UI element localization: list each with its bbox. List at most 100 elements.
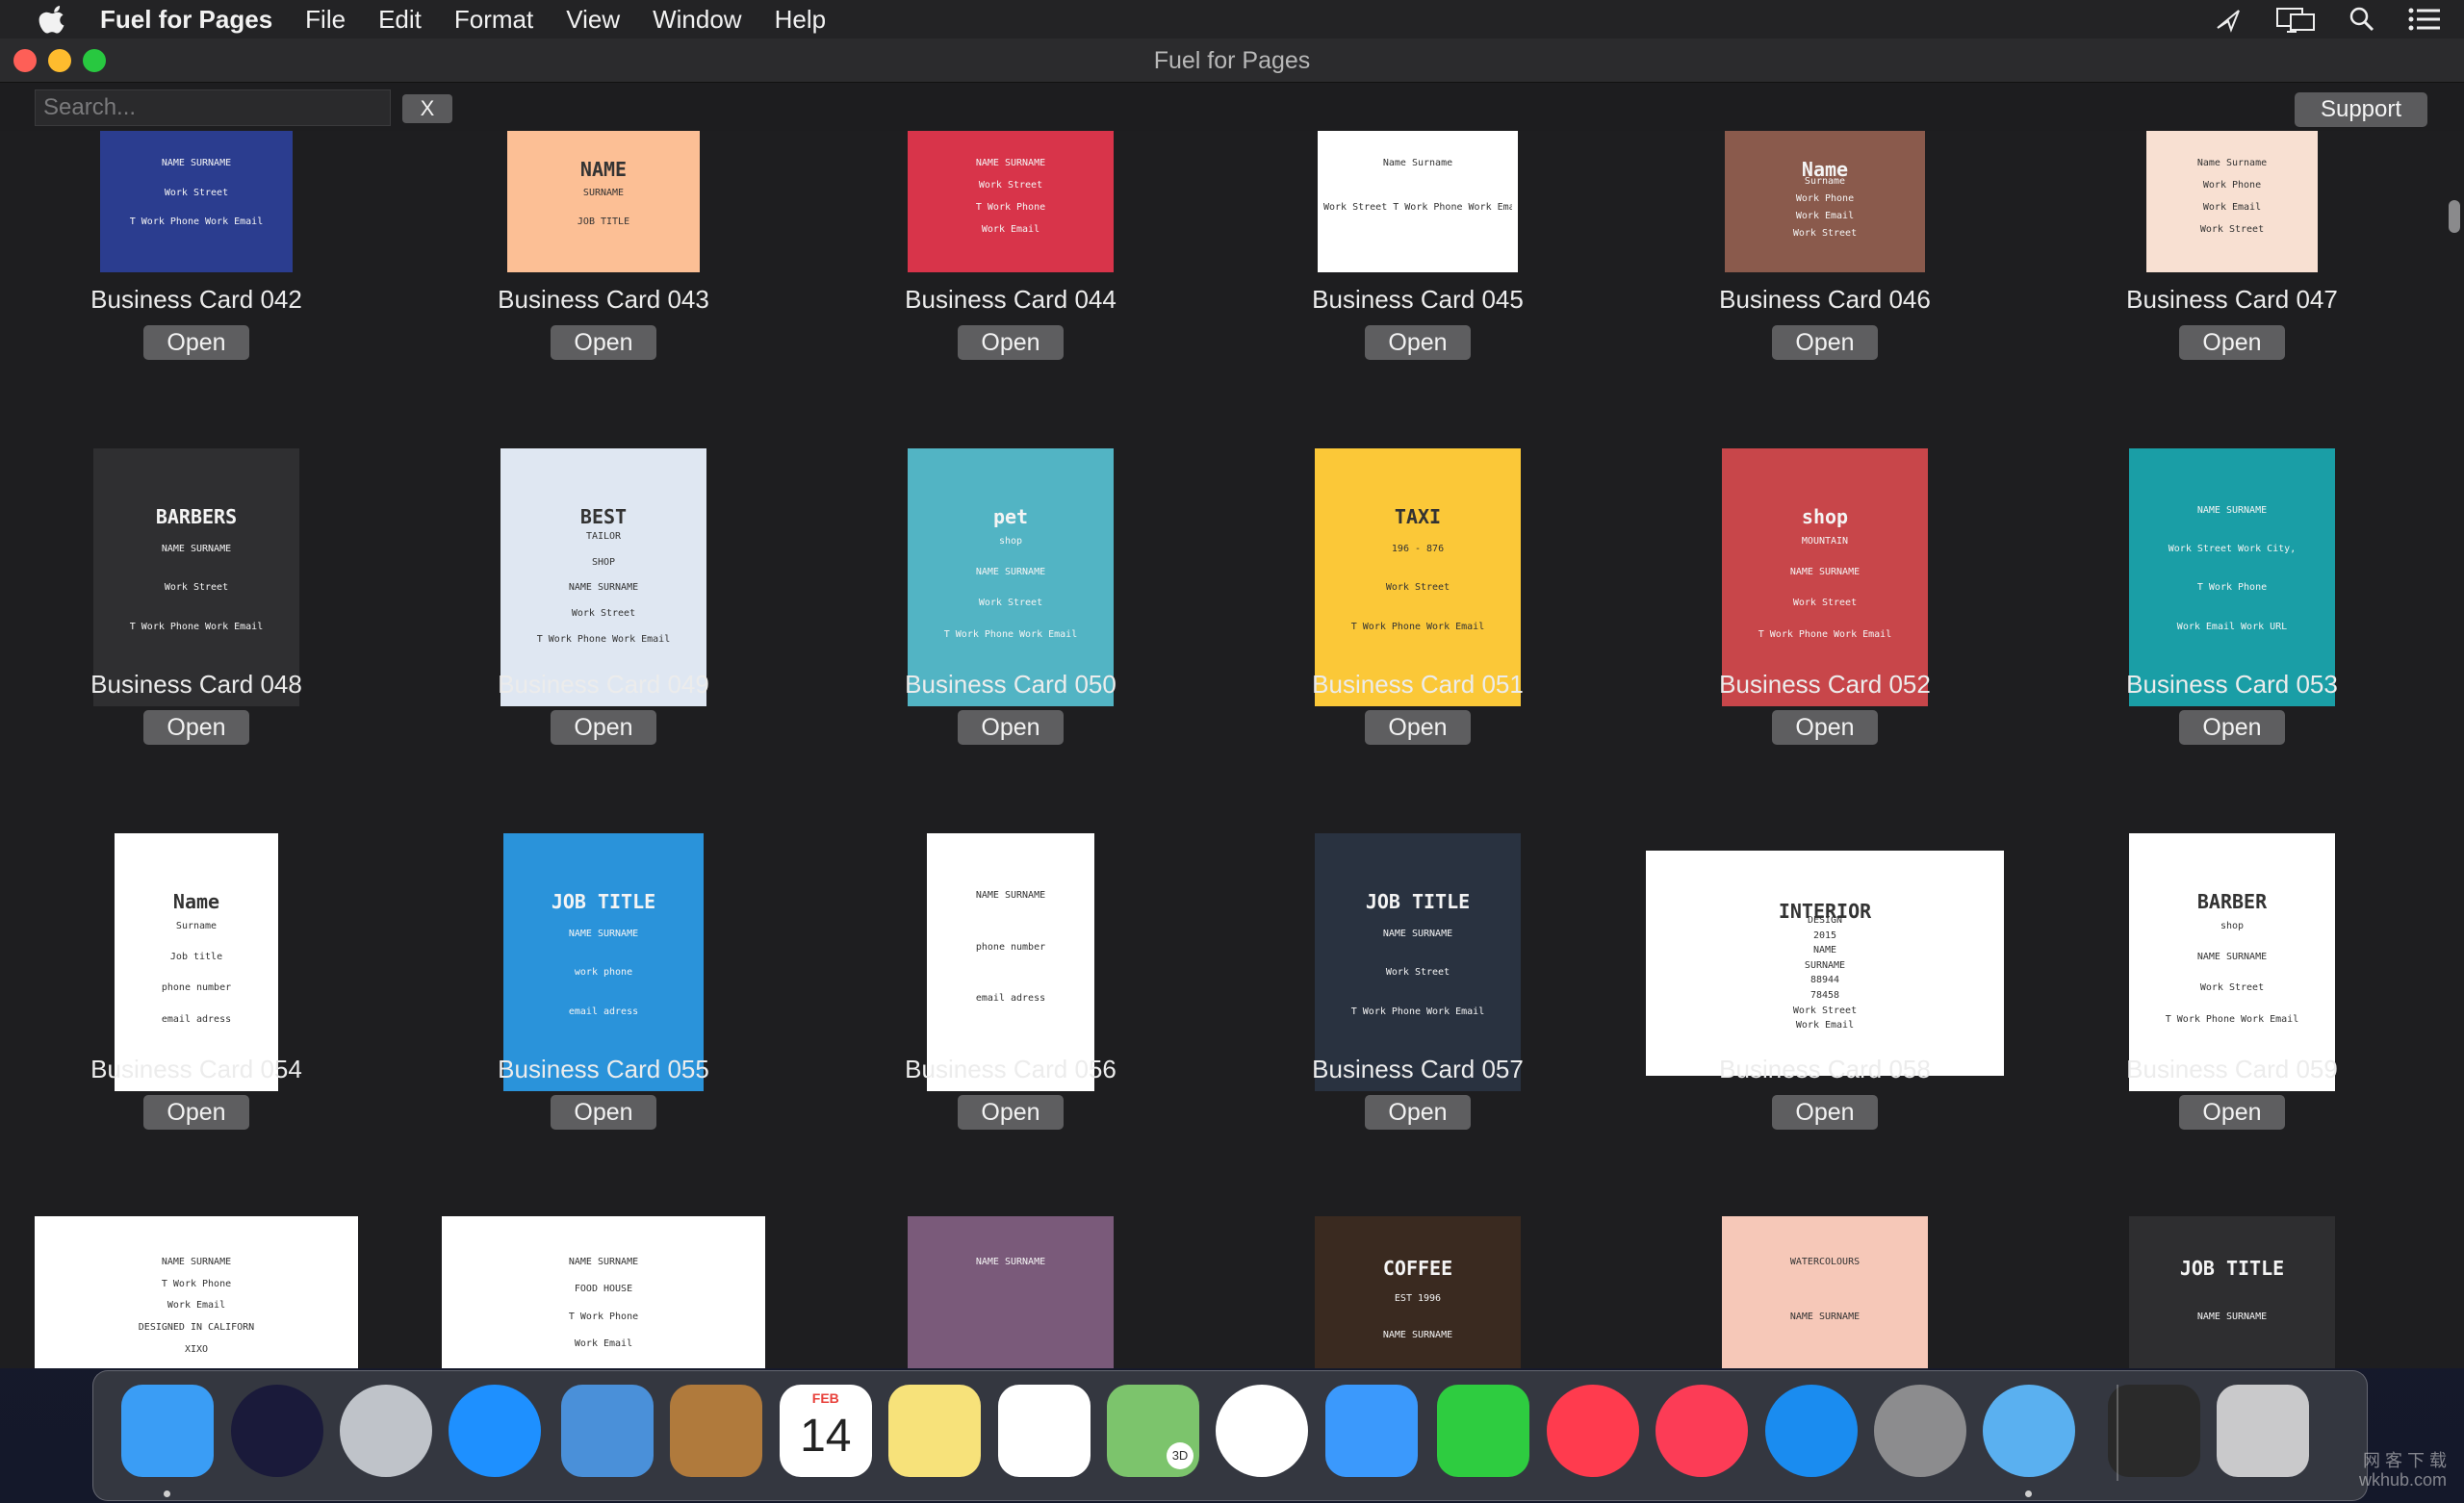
card-text: DESIGN [1807, 915, 1843, 926]
template-thumbnail[interactable]: shop MOUNTAIN NAME SURNAME Work Street T Wor… [1722, 448, 1928, 706]
photos-icon[interactable] [1216, 1385, 1309, 1477]
vertical-scrollbar[interactable] [2449, 192, 2460, 1347]
card-text: shop [1801, 505, 1849, 528]
airdrop-icon[interactable] [2214, 5, 2243, 34]
open-template-button[interactable]: Open [1772, 1095, 1878, 1130]
support-button[interactable]: Support [2295, 92, 2427, 127]
template-thumbnail[interactable]: BARBERS NAME SURNAME Work Street T Work Pho… [93, 448, 299, 706]
trash-icon[interactable] [2217, 1385, 2310, 1477]
display-mirroring-icon[interactable] [2275, 5, 2316, 34]
card-text: Work Street [1385, 582, 1450, 593]
menu-view[interactable]: View [566, 5, 620, 35]
template-thumbnail[interactable]: JOB TITLE NAME SURNAME [2129, 1216, 2335, 1368]
open-template-button[interactable]: Open [143, 710, 249, 745]
system-preferences-icon[interactable] [1874, 1385, 1967, 1477]
template-thumbnail[interactable]: Name Surname Work Phone Work Email Work Stre… [1725, 131, 1925, 272]
template-thumbnail[interactable]: Name Surname Work Phone Work Email Work Str… [2146, 131, 2318, 272]
menu-help[interactable]: Help [775, 5, 826, 35]
template-thumbnail[interactable]: Name Surname Job title phone number email ad… [115, 833, 278, 1091]
card-text: phone number [975, 942, 1046, 953]
card-text: COFFEE [1382, 1257, 1453, 1280]
open-template-button[interactable]: Open [551, 710, 656, 745]
template-title: Business Card 046 [1719, 285, 1931, 314]
safari-icon[interactable] [449, 1385, 542, 1477]
open-template-button[interactable]: Open [2179, 1095, 2285, 1130]
template-title: Business Card 052 [1719, 670, 1931, 699]
template-thumbnail[interactable]: NAME SURNAME Work Street Work City, T Work… [2129, 448, 2335, 706]
menu-format[interactable]: Format [454, 5, 533, 35]
clear-search-button[interactable]: X [402, 94, 452, 123]
template-thumbnail[interactable]: NAME SURNAME FOOD HOUSE T Work Phone Work E… [442, 1216, 765, 1368]
open-template-button[interactable]: Open [958, 710, 1064, 745]
app-window: Fuel for Pages Search... X Support NAME … [0, 38, 2464, 1368]
open-template-button[interactable]: Open [1365, 1095, 1471, 1130]
open-template-button[interactable]: Open [143, 325, 249, 360]
card-text: Job title [169, 952, 223, 962]
card-text: T Work Phone [568, 1312, 639, 1322]
mail-icon[interactable] [561, 1385, 654, 1477]
template-thumbnail[interactable]: TAXI 196 - 876 Work Street T Work Phone Wor… [1315, 448, 1521, 706]
template-thumbnail[interactable]: INTERIOR DESIGN 2015 NAME SURNAME 88944 78458 W… [1646, 851, 2004, 1076]
template-thumbnail[interactable]: NAME SURNAME phone number email adress [927, 833, 1094, 1091]
window-titlebar: Fuel for Pages [0, 38, 2464, 83]
open-template-button[interactable]: Open [1772, 710, 1878, 745]
open-template-button[interactable]: Open [2179, 710, 2285, 745]
template-thumbnail[interactable]: pet shop NAME SURNAME Work Street T Work Pho… [908, 448, 1114, 706]
card-text: T Work Phone [2196, 582, 2268, 593]
maps-icon[interactable]: 3D [1107, 1385, 1199, 1477]
notes-icon[interactable] [888, 1385, 982, 1477]
search-input[interactable]: Search... [35, 89, 391, 126]
card-text: T Work Phone Work Email [1350, 622, 1485, 632]
calendar-icon[interactable]: FEB 14 [779, 1385, 872, 1477]
card-text: NAME SURNAME [975, 567, 1046, 577]
card-text: Work Street [2199, 224, 2265, 235]
open-template-button[interactable]: Open [1365, 710, 1471, 745]
template-thumbnail[interactable]: NAME SURNAME Work Street T Work Phone Work… [100, 131, 293, 272]
siri-icon[interactable] [230, 1385, 323, 1477]
card-text: NAME SURNAME [2196, 505, 2268, 516]
open-template-button[interactable]: Open [551, 325, 656, 360]
app-store-icon[interactable] [1764, 1385, 1858, 1477]
menu-edit[interactable]: Edit [378, 5, 422, 35]
open-template-button[interactable]: Open [143, 1095, 249, 1130]
card-text: SURNAME [582, 188, 625, 198]
card-text: NAME SURNAME [975, 890, 1046, 901]
template-thumbnail[interactable]: JOB TITLE NAME SURNAME Work Street T Work P… [1315, 833, 1521, 1091]
contacts-icon[interactable] [670, 1385, 763, 1477]
template-thumbnail[interactable]: Name Surname Work Street T Work Phone Wor… [1318, 131, 1518, 272]
menu-file[interactable]: File [305, 5, 346, 35]
notification-center-icon[interactable] [2408, 7, 2441, 32]
template-thumbnail[interactable]: COFFEE EST 1996 NAME SURNAME [1315, 1216, 1521, 1368]
open-template-button[interactable]: Open [1772, 325, 1878, 360]
downloads-stack-icon[interactable] [2108, 1385, 2201, 1477]
template-thumbnail[interactable]: BARBER shop NAME SURNAME Work Street T Work … [2129, 833, 2335, 1091]
launchpad-icon[interactable] [339, 1385, 432, 1477]
apple-menu-icon[interactable] [33, 3, 71, 36]
open-template-button[interactable]: Open [958, 1095, 1064, 1130]
spotlight-search-icon[interactable] [2348, 6, 2375, 33]
template-title: Business Card 042 [90, 285, 302, 314]
open-template-button[interactable]: Open [551, 1095, 656, 1130]
menu-app-name[interactable]: Fuel for Pages [100, 5, 272, 35]
open-template-button[interactable]: Open [2179, 325, 2285, 360]
menu-window[interactable]: Window [653, 5, 741, 35]
finder-icon[interactable] [121, 1385, 215, 1477]
template-thumbnail[interactable]: NAME SURNAME JOB TITLE [507, 131, 700, 272]
fuel-for-pages-icon[interactable] [1983, 1385, 2076, 1477]
reminders-icon[interactable] [997, 1385, 1091, 1477]
template-thumbnail[interactable]: NAME SURNAME T Work Phone Work Email DESIGN… [35, 1216, 358, 1368]
messages-icon[interactable] [1324, 1385, 1418, 1477]
news-icon[interactable] [1546, 1385, 1639, 1477]
template-thumbnail[interactable]: WATERCOLOURS NAME SURNAME [1722, 1216, 1928, 1368]
template-thumbnail[interactable]: NAME SURNAME [908, 1216, 1114, 1368]
open-template-button[interactable]: Open [958, 325, 1064, 360]
template-thumbnail[interactable]: NAME SURNAME Work Street T Work Phone Work … [908, 131, 1114, 272]
running-indicator [2025, 1490, 2033, 1497]
template-thumbnail[interactable]: JOB TITLE NAME SURNAME work phone email adr… [503, 833, 704, 1091]
scroll-thumb[interactable] [2449, 200, 2460, 233]
facetime-icon[interactable] [1437, 1385, 1530, 1477]
template-thumbnail[interactable]: BEST TAILOR SHOP NAME SURNAME Work Street T W… [500, 448, 706, 706]
card-text: Work Phone [2202, 180, 2262, 191]
open-template-button[interactable]: Open [1365, 325, 1471, 360]
music-icon[interactable] [1656, 1385, 1749, 1477]
